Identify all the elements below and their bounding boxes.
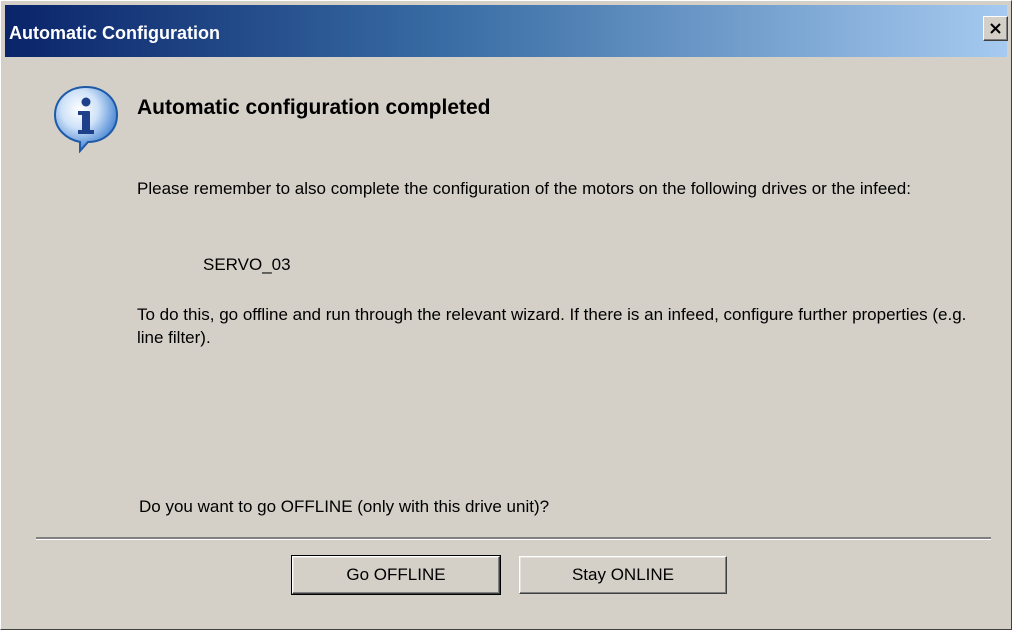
- close-button[interactable]: [983, 16, 1008, 41]
- dialog-window: Automatic Configuration Automatic config…: [0, 0, 1012, 630]
- drive-name: SERVO_03: [203, 255, 291, 274]
- info-icon: [53, 85, 119, 153]
- confirmation-question: Do you want to go OFFLINE (only with thi…: [139, 497, 550, 516]
- window-title: Automatic Configuration: [9, 23, 220, 43]
- close-icon: [990, 23, 1001, 34]
- message-paragraph-2: To do this, go offline and run through t…: [137, 305, 967, 347]
- stay-online-button[interactable]: Stay ONLINE: [519, 556, 727, 594]
- go-offline-button[interactable]: Go OFFLINE: [291, 555, 501, 595]
- button-separator: [36, 537, 991, 540]
- message-paragraph-1: Please remember to also complete the con…: [137, 179, 911, 198]
- title-bar[interactable]: Automatic Configuration: [5, 5, 1008, 57]
- message-heading: Automatic configuration completed: [137, 96, 491, 119]
